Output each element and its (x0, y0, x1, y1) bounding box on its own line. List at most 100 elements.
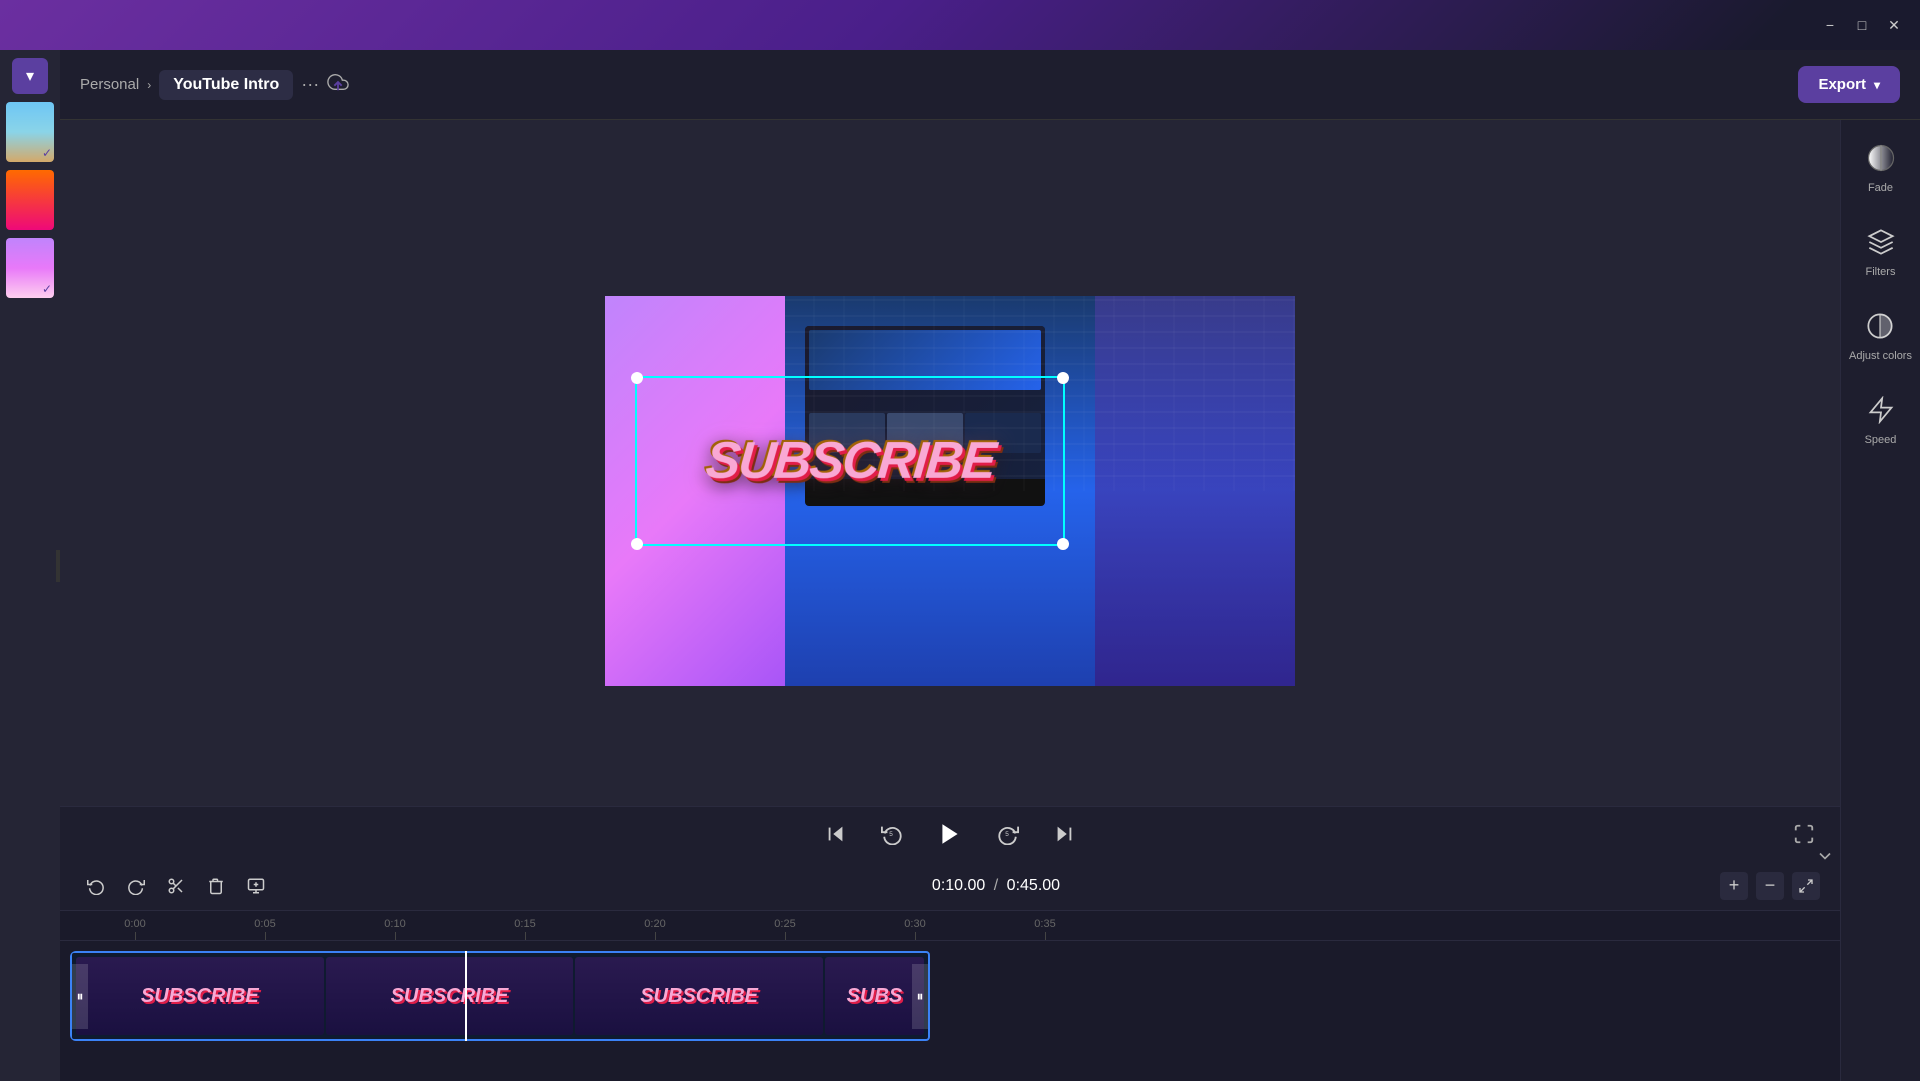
ruler-label-4: 0:20 (644, 918, 665, 930)
ruler-line-1 (265, 932, 266, 940)
ruler-line-5 (785, 932, 786, 940)
timeline-edit-tools (80, 870, 272, 902)
right-sidebar: Fade Filters Adjust colors (1840, 120, 1920, 1081)
timeline-content: ⏸ SUBSCRIBE SUBSCRIBE SUBSCRIBE (60, 941, 1840, 1081)
redo-button[interactable] (120, 870, 152, 902)
clip-start-indicator: ⏸ (72, 964, 88, 1029)
handle-top-right[interactable] (1057, 372, 1069, 384)
cut-button[interactable] (160, 870, 192, 902)
breadcrumb: Personal › YouTube Intro ··· (80, 70, 1798, 100)
skip-to-start-button[interactable] (818, 816, 854, 852)
handle-top-left[interactable] (631, 372, 643, 384)
ruler-mark-1: 0:05 (200, 918, 330, 940)
fade-tool[interactable]: Fade (1863, 140, 1899, 194)
app-container: Personal › YouTube Intro ··· Export ▾ 16… (60, 50, 1920, 1081)
timeline-toolbar: 0:10.00 / 0:45.00 + − (60, 861, 1840, 911)
maximize-button[interactable]: □ (1852, 15, 1872, 35)
filters-label: Filters (1866, 266, 1896, 278)
ruler-mark-7: 0:35 (980, 918, 1110, 940)
close-button[interactable]: ✕ (1884, 15, 1904, 35)
delete-button[interactable] (200, 870, 232, 902)
fade-label: Fade (1868, 182, 1893, 194)
ruler-label-3: 0:15 (514, 918, 535, 930)
ruler-mark-2: 0:10 (330, 918, 460, 940)
clip-segment-1: SUBSCRIBE (76, 957, 324, 1035)
play-pause-button[interactable] (930, 814, 970, 854)
ruler-label-0: 0:00 (124, 918, 145, 930)
time-separator: / (994, 877, 998, 894)
ruler-label-5: 0:25 (774, 918, 795, 930)
clip-text-2: SUBSCRIBE (391, 985, 509, 1008)
clip-text-1: SUBSCRIBE (141, 985, 259, 1008)
fade-icon (1863, 140, 1899, 176)
minimize-button[interactable]: − (1820, 15, 1840, 35)
export-button[interactable]: Export ▾ (1798, 66, 1900, 103)
playback-controls: 5 5 (60, 806, 1840, 861)
ruler-mark-5: 0:25 (720, 918, 850, 940)
ruler-label-2: 0:10 (384, 918, 405, 930)
clip-text-4: SUBS (847, 985, 903, 1008)
adjust-colors-tool[interactable]: Adjust colors (1849, 308, 1912, 362)
ruler-mark-4: 0:20 (590, 918, 720, 940)
skip-to-end-button[interactable] (1046, 816, 1082, 852)
rewind-5s-button[interactable]: 5 (874, 816, 910, 852)
ruler-label-7: 0:35 (1034, 918, 1055, 930)
ruler-marks: 0:00 0:05 0:10 0:15 0:20 (70, 912, 1840, 940)
ruler-mark-0: 0:00 (70, 918, 200, 940)
playhead[interactable] (465, 951, 467, 1041)
clip-content: SUBSCRIBE SUBSCRIBE SUBSCRIBE SUBS (72, 953, 928, 1039)
zoom-in-button[interactable]: + (1720, 872, 1748, 900)
clip-segment-3: SUBSCRIBE (575, 957, 823, 1035)
zoom-controls: + − (1720, 872, 1820, 900)
export-dropdown-arrow: ▾ (1874, 78, 1880, 92)
header-actions: Export ▾ (1798, 66, 1900, 103)
more-options-button[interactable]: ··· (301, 74, 319, 95)
clip-segment-4: SUBS (825, 957, 924, 1035)
add-clip-button[interactable] (240, 870, 272, 902)
svg-text:5: 5 (889, 831, 893, 838)
zoom-out-button[interactable]: − (1756, 872, 1784, 900)
adjust-colors-label: Adjust colors (1849, 350, 1912, 362)
subscribe-overlay[interactable]: ✚ SUBSCRIBE (635, 376, 1065, 546)
header: Personal › YouTube Intro ··· Export ▾ (60, 50, 1920, 120)
media-thumb-1[interactable] (6, 102, 54, 162)
ruler-line-0 (135, 932, 136, 940)
collapse-media-panel-button[interactable]: ▾ (12, 58, 48, 94)
canvas-area: ✚ SUBSCRIBE (60, 120, 1840, 861)
clip-end-indicator: ⏸ (912, 964, 928, 1029)
ruler-label-1: 0:05 (254, 918, 275, 930)
filters-tool[interactable]: Filters (1863, 224, 1899, 278)
speed-tool[interactable]: Speed (1863, 392, 1899, 446)
clip-text-3: SUBSCRIBE (640, 985, 758, 1008)
media-panel: ▾ ‹ (0, 50, 60, 1081)
undo-button[interactable] (80, 870, 112, 902)
timeline-area: 0:10.00 / 0:45.00 + − 0:00 0:05 (60, 861, 1840, 1081)
speed-icon (1863, 392, 1899, 428)
media-thumb-2[interactable] (6, 170, 54, 230)
ruler-mark-6: 0:30 (850, 918, 980, 940)
cloud-sync-button[interactable] (327, 71, 349, 98)
forward-5s-button[interactable]: 5 (990, 816, 1026, 852)
speed-label: Speed (1865, 434, 1897, 446)
svg-text:5: 5 (1005, 831, 1009, 838)
ruler-line-7 (1045, 932, 1046, 940)
video-canvas: ✚ SUBSCRIBE (605, 296, 1295, 686)
filters-icon (1863, 224, 1899, 260)
timeline-track: ⏸ SUBSCRIBE SUBSCRIBE SUBSCRIBE (70, 951, 1830, 1041)
handle-bottom-right[interactable] (1057, 538, 1069, 550)
title-bar: − □ ✕ (0, 0, 1920, 50)
subscribe-text: SUBSCRIBE (703, 431, 997, 491)
timeline-ruler: 0:00 0:05 0:10 0:15 0:20 (60, 911, 1840, 941)
project-title[interactable]: YouTube Intro (159, 70, 293, 100)
ruler-line-2 (395, 932, 396, 940)
ruler-line-6 (915, 932, 916, 940)
timeline-time-display: 0:10.00 / 0:45.00 (932, 877, 1060, 895)
adjust-colors-icon (1862, 308, 1898, 344)
clip-segment-2: SUBSCRIBE (326, 957, 574, 1035)
handle-bottom-left[interactable] (631, 538, 643, 550)
fit-timeline-button[interactable] (1792, 872, 1820, 900)
breadcrumb-personal[interactable]: Personal (80, 76, 139, 93)
media-thumb-3[interactable] (6, 238, 54, 298)
main-clip[interactable]: ⏸ SUBSCRIBE SUBSCRIBE SUBSCRIBE (70, 951, 930, 1041)
breadcrumb-arrow: › (147, 78, 151, 92)
